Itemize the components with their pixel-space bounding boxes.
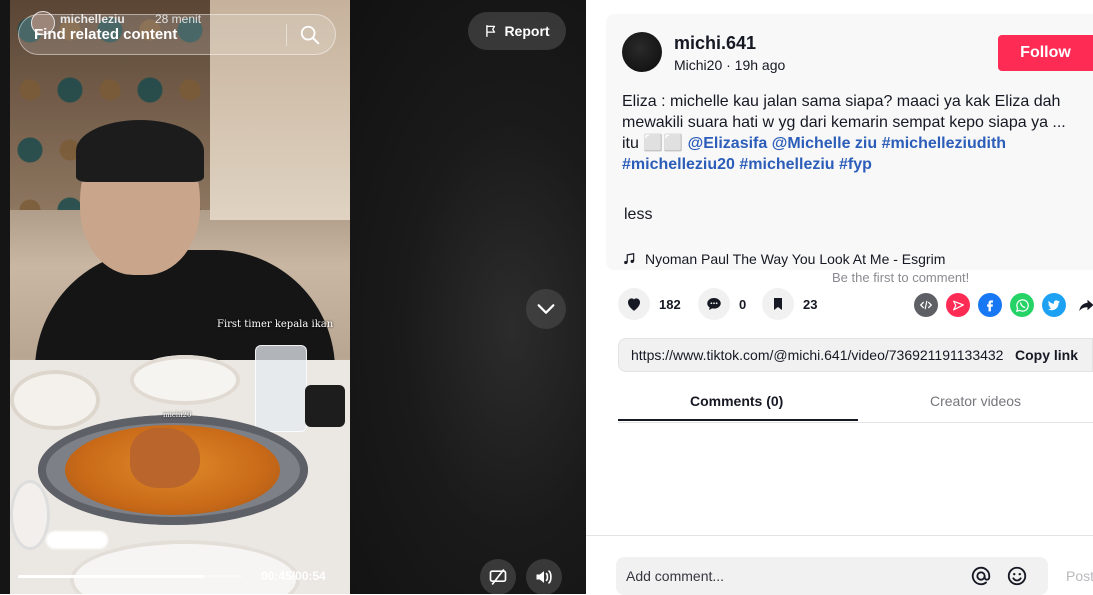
video-url[interactable]: https://www.tiktok.com/@michi.641/video/…: [631, 347, 1006, 363]
bookmark-icon: [774, 298, 782, 310]
twitter-icon[interactable]: [1042, 293, 1066, 317]
comment-placeholder: Add comment...: [626, 568, 725, 584]
share-arrow-icon[interactable]: [1074, 293, 1093, 317]
send-icon[interactable]: [946, 293, 970, 317]
video-frame[interactable]: michelleziu 28 menit First timer kepala …: [10, 0, 350, 594]
floating-player-button[interactable]: [480, 559, 516, 594]
side-plate: [10, 370, 100, 430]
comment-action[interactable]: 0: [698, 288, 746, 320]
search-icon[interactable]: [299, 24, 321, 46]
avatar[interactable]: [622, 32, 662, 72]
video-watermark: michi20: [163, 411, 192, 419]
divider: [586, 535, 1093, 536]
music-title: Nyoman Paul The Way You Look At Me - Esg…: [645, 251, 946, 267]
less-toggle[interactable]: less: [624, 206, 652, 224]
username[interactable]: michi.641: [674, 33, 756, 54]
volume-icon: [536, 570, 552, 584]
blur-spot: [46, 531, 108, 549]
whatsapp-icon[interactable]: [1010, 293, 1034, 317]
progress-bar[interactable]: [18, 575, 242, 578]
video-caption: First timer kepala ikan: [217, 319, 334, 330]
volume-button[interactable]: [526, 559, 562, 594]
like-count: 182: [659, 296, 681, 312]
at-mention-icon[interactable]: [970, 565, 992, 587]
action-bar: 182 0 23: [618, 288, 1093, 322]
floating-player-icon: [489, 568, 507, 586]
comment-count: 0: [739, 296, 747, 312]
fish-head: [130, 428, 200, 488]
mention-link[interactable]: @Elizasifa: [688, 135, 768, 152]
hashtag-link[interactable]: #fyp: [839, 156, 872, 173]
time-display: 00:45/00:54: [261, 569, 326, 583]
next-video-button[interactable]: [526, 289, 566, 329]
emoji-icon[interactable]: [1006, 565, 1028, 587]
like-action[interactable]: 182: [618, 288, 681, 320]
comment-tabs: Comments (0) Creator videos: [618, 382, 1093, 423]
side-plate: [10, 480, 50, 550]
post-button[interactable]: Post: [1066, 568, 1093, 584]
active-tab-indicator: [618, 419, 858, 421]
facebook-icon[interactable]: [978, 293, 1002, 317]
description-card: michi.641 Michi20 · 19h ago Follow Eliza…: [606, 14, 1093, 285]
first-comment-hint: Be the first to comment!: [832, 270, 970, 285]
hashtag-link[interactable]: #michelleziu: [739, 156, 834, 173]
nickname-time: Michi20 · 19h ago: [674, 57, 786, 73]
embed-icon[interactable]: [914, 293, 938, 317]
glass: [255, 345, 307, 432]
save-action[interactable]: 23: [762, 288, 817, 320]
person-hair: [76, 120, 204, 182]
follow-button[interactable]: Follow: [998, 35, 1093, 71]
chevron-down-icon: [537, 304, 555, 314]
report-button[interactable]: Report: [468, 12, 566, 50]
hashtag-link[interactable]: #michelleziu20: [622, 156, 735, 173]
details-panel: michi.641 Michi20 · 19h ago Follow Eliza…: [586, 0, 1093, 595]
music-note-icon: [624, 253, 635, 265]
find-related-search[interactable]: Find related content: [18, 14, 336, 55]
divider: [286, 24, 287, 46]
copy-link-button[interactable]: Copy link: [1015, 347, 1078, 363]
phone: [305, 385, 345, 427]
tab-comments[interactable]: Comments (0): [690, 393, 783, 409]
report-label: Report: [504, 23, 550, 39]
side-plate: [130, 355, 240, 405]
comment-icon: [707, 298, 721, 310]
mention-link[interactable]: @Michelle ziu: [772, 135, 877, 152]
save-button[interactable]: [762, 288, 794, 320]
flag-icon: [486, 25, 496, 37]
hashtag-link[interactable]: #michelleziudith: [882, 135, 1006, 152]
progress-fill: [18, 575, 204, 578]
save-count: 23: [803, 296, 818, 312]
like-button[interactable]: [618, 288, 650, 320]
search-pill-text: Find related content: [34, 26, 178, 43]
comment-button[interactable]: [698, 288, 730, 320]
comment-input[interactable]: Add comment...: [616, 557, 1048, 595]
heart-icon: [628, 298, 640, 311]
link-box: https://www.tiktok.com/@michi.641/video/…: [618, 338, 1093, 372]
description-text: Eliza : michelle kau jalan sama siapa? m…: [622, 91, 1082, 175]
music-link[interactable]: Nyoman Paul The Way You Look At Me - Esg…: [622, 251, 945, 267]
video-player[interactable]: michelleziu 28 menit First timer kepala …: [0, 0, 586, 594]
tab-creator-videos[interactable]: Creator videos: [930, 393, 1021, 409]
